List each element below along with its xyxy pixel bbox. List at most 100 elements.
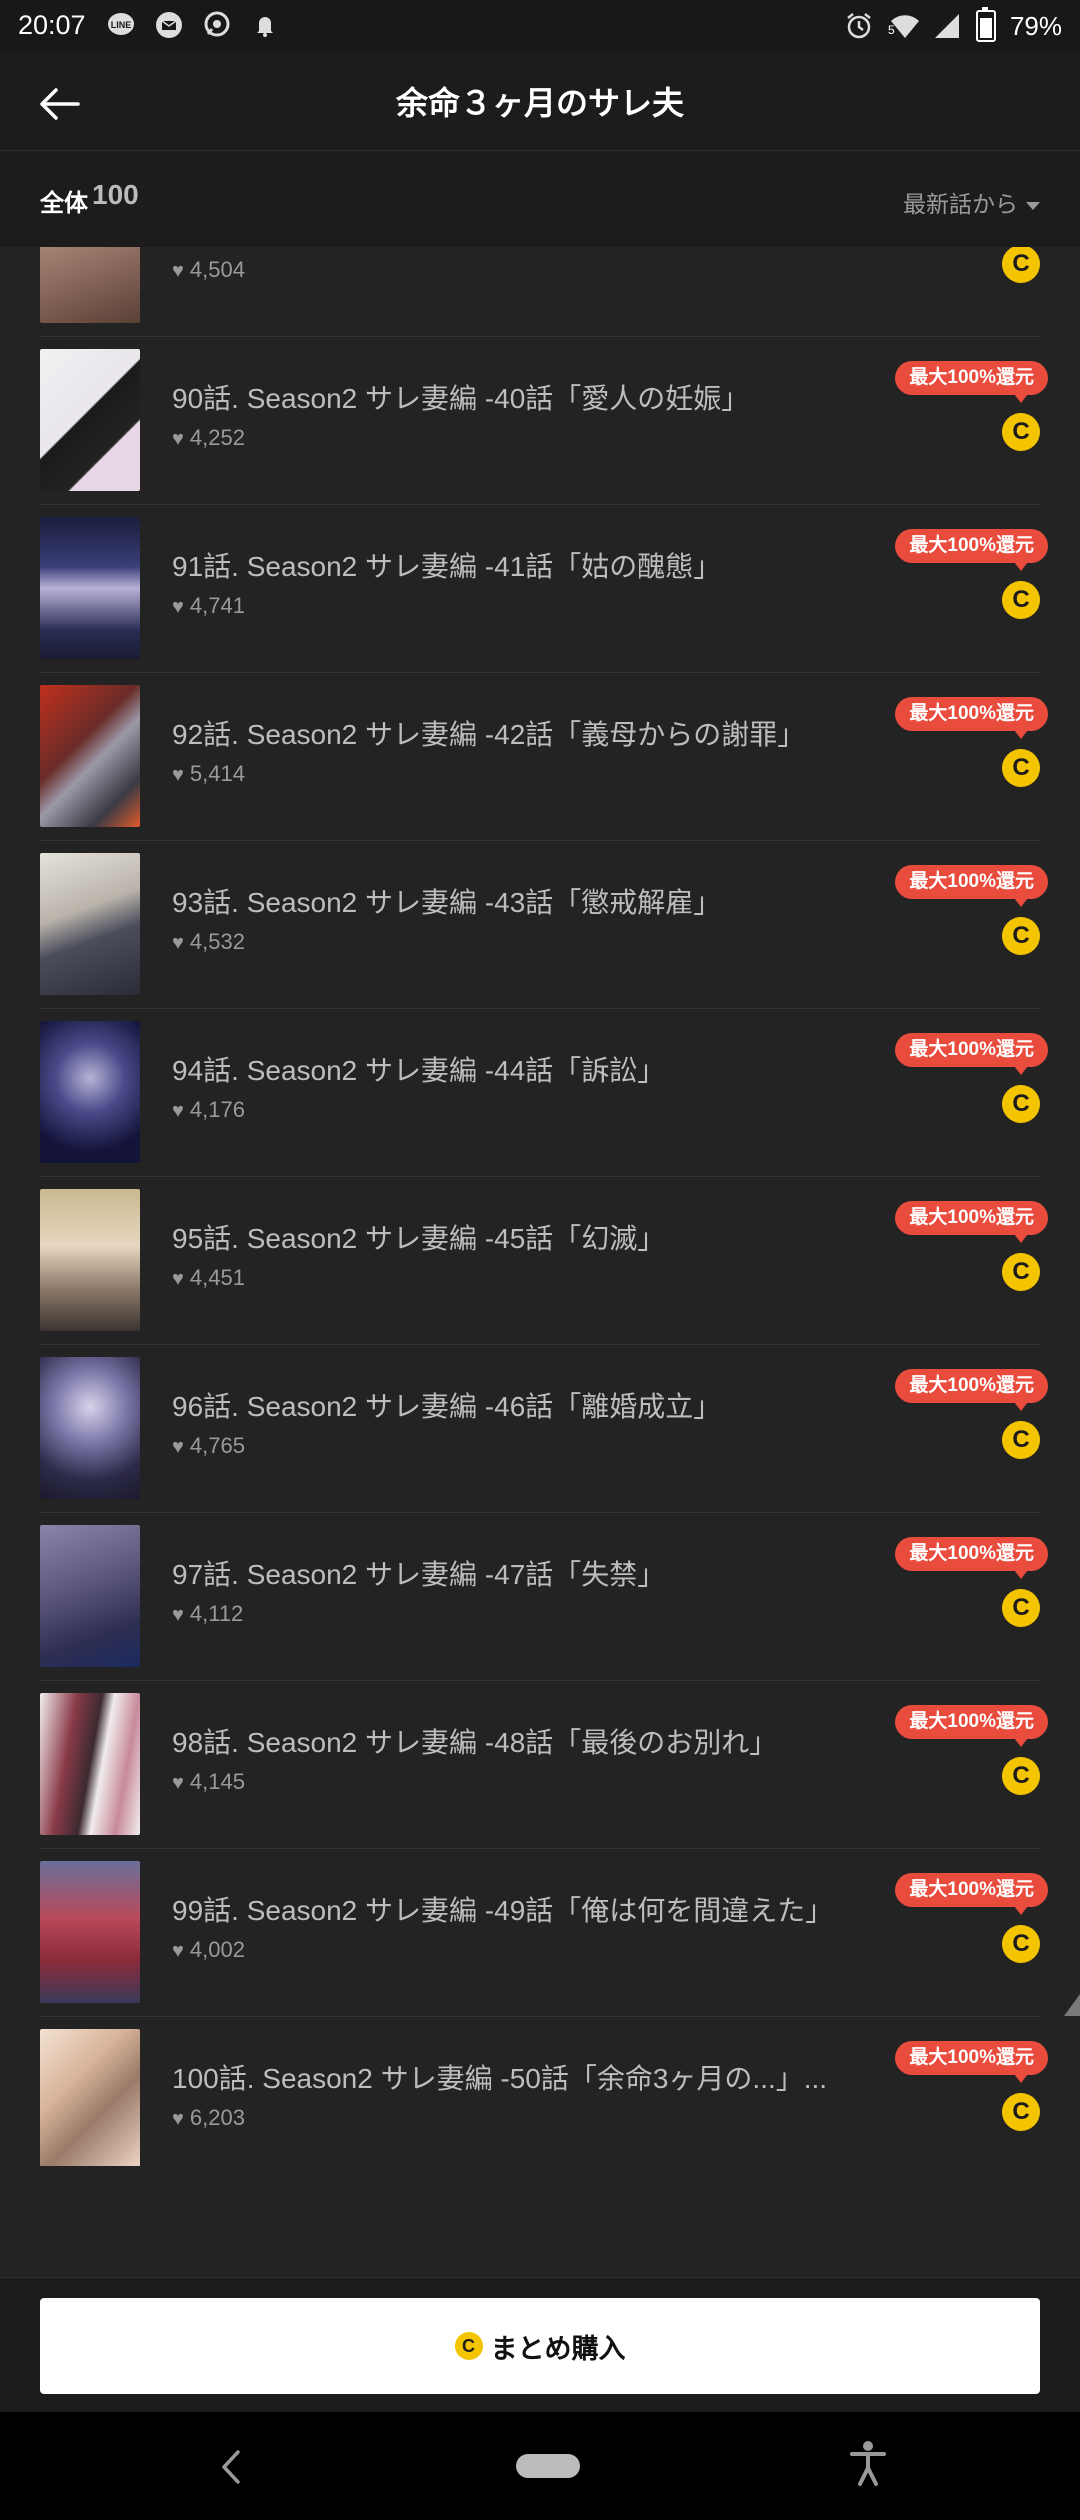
- heart-icon: ♥: [172, 2108, 184, 2130]
- episode-thumbnail: [40, 1861, 140, 2003]
- total-label: 全体: [40, 190, 88, 217]
- wifi-icon: 5: [888, 11, 919, 41]
- coin-icon: C: [1002, 247, 1040, 283]
- episode-likes: ♥ 4,741: [172, 593, 245, 618]
- reward-badge: 最大100%還元: [895, 1369, 1048, 1411]
- episode-row[interactable]: 97話. Season2 サレ妻編 -47話「失禁」 ♥ 4,112 最大100%…: [0, 1513, 1080, 1681]
- status-right: 5 79%: [844, 7, 1062, 42]
- page-title: 余命３ヶ月のサレ夫: [395, 85, 684, 121]
- line-icon: LINE: [106, 10, 136, 40]
- episode-thumbnail: [40, 1357, 140, 1499]
- episode-row[interactable]: 91話. Season2 サレ妻編 -41話「姑の醜態」 ♥ 4,741 最大10…: [0, 505, 1080, 673]
- coin-icon: C: [1002, 1757, 1040, 1795]
- notification-icons: LINE: [106, 10, 280, 40]
- mail-icon: [154, 10, 184, 40]
- reward-badge: 最大100%還元: [895, 1201, 1048, 1243]
- coin-icon: C: [1002, 1421, 1040, 1459]
- episode-row[interactable]: 93話. Season2 サレ妻編 -43話「懲戒解雇」 ♥ 4,532 最大10…: [0, 841, 1080, 1009]
- episode-title: 97話. Season2 サレ妻編 -47話「失禁」: [172, 1559, 666, 1590]
- app-bar: 余命３ヶ月のサレ夫: [0, 52, 1080, 151]
- episode-likes: ♥ 4,765: [172, 1433, 245, 1458]
- accessibility-button[interactable]: [846, 2438, 890, 2490]
- episode-row[interactable]: ♥ 4,504 C: [0, 247, 1080, 337]
- total-count: 100: [92, 179, 139, 210]
- heart-icon: ♥: [172, 260, 184, 282]
- episode-likes: ♥ 4,002: [172, 1937, 245, 1962]
- chat-icon: [202, 10, 232, 40]
- heart-icon: ♥: [172, 1772, 184, 1794]
- nav-back-button[interactable]: [210, 2442, 250, 2492]
- system-nav-bar: [0, 2412, 1080, 2520]
- heart-icon: ♥: [172, 428, 184, 450]
- episode-row[interactable]: 98話. Season2 サレ妻編 -48話「最後のお別れ」 ♥ 4,145 最大…: [0, 1681, 1080, 1849]
- episode-title: 100話. Season2 サレ妻編 -50話「余命3ヶ月の...」...: [172, 2063, 828, 2094]
- coin-icon: C: [1002, 1589, 1040, 1627]
- coin-icon: C: [1002, 1085, 1040, 1123]
- episode-row[interactable]: 94話. Season2 サレ妻編 -44話「訴訟」 ♥ 4,176 最大100%…: [0, 1009, 1080, 1177]
- episode-likes: ♥ 4,112: [172, 1601, 244, 1626]
- episode-thumbnail: [40, 349, 140, 491]
- coin-icon: C: [454, 2332, 483, 2360]
- episode-thumbnail: [40, 685, 140, 827]
- status-bar: 20:07 LINE 5 79%: [0, 0, 1080, 52]
- chevron-left-icon: [222, 2450, 240, 2484]
- episode-row[interactable]: 99話. Season2 サレ妻編 -49話「俺は何を間違えた」 ♥ 4,002 …: [0, 1849, 1080, 2017]
- episode-likes: ♥ 4,532: [172, 929, 245, 954]
- episode-title: 99話. Season2 サレ妻編 -49話「俺は何を間違えた」: [172, 1895, 834, 1926]
- caret-down-icon: [1026, 201, 1040, 210]
- episode-likes: ♥ 4,176: [172, 1097, 245, 1122]
- heart-icon: ♥: [172, 932, 184, 954]
- episode-title: 92話. Season2 サレ妻編 -42話「義母からの謝罪」: [172, 719, 806, 750]
- reward-badge: 最大100%還元: [895, 361, 1048, 403]
- episode-likes: ♥ 5,414: [172, 761, 245, 786]
- coin-icon: C: [1002, 1925, 1040, 1963]
- episode-likes: ♥ 4,145: [172, 1769, 245, 1794]
- heart-icon: ♥: [172, 1940, 184, 1962]
- episode-title: 95話. Season2 サレ妻編 -45話「幻滅」: [172, 1223, 666, 1254]
- coin-icon: C: [1002, 1253, 1040, 1291]
- sort-dropdown[interactable]: 最新話から: [903, 185, 1040, 219]
- scroll-indicator: [1064, 1994, 1080, 2016]
- episode-thumbnail: [40, 1525, 140, 1667]
- episode-thumbnail: [40, 517, 140, 659]
- episode-likes: ♥ 4,504: [172, 257, 245, 282]
- heart-icon: ♥: [172, 596, 184, 618]
- bulk-purchase-label: まとめ購入: [490, 2333, 626, 2364]
- episode-title: 91話. Season2 サレ妻編 -41話「姑の醜態」: [172, 551, 722, 582]
- episode-likes: ♥ 4,252: [172, 425, 245, 450]
- signal-icon: [932, 11, 962, 41]
- episode-row[interactable]: 96話. Season2 サレ妻編 -46話「離婚成立」 ♥ 4,765 最大10…: [0, 1345, 1080, 1513]
- coin-icon: C: [1002, 2093, 1040, 2131]
- episode-row[interactable]: 100話. Season2 サレ妻編 -50話「余命3ヶ月の...」... ♥ 6…: [0, 2017, 1080, 2167]
- episode-title: 93話. Season2 サレ妻編 -43話「懲戒解雇」: [172, 887, 722, 918]
- coin-icon: C: [1002, 581, 1040, 619]
- episode-row[interactable]: 92話. Season2 サレ妻編 -42話「義母からの謝罪」 ♥ 5,414 最…: [0, 673, 1080, 841]
- episode-thumbnail: [40, 1693, 140, 1835]
- heart-icon: ♥: [172, 1436, 184, 1458]
- bell-icon: [250, 10, 280, 40]
- episode-title: 96話. Season2 サレ妻編 -46話「離婚成立」: [172, 1391, 722, 1422]
- heart-icon: ♥: [172, 764, 184, 786]
- episode-row[interactable]: 90話. Season2 サレ妻編 -40話「愛人の妊娠」 ♥ 4,252 最大1…: [0, 337, 1080, 505]
- battery-percent: 79%: [1009, 10, 1062, 41]
- wifi-label: 5: [887, 23, 895, 37]
- episode-list[interactable]: ♥ 4,504 C 90話. Season2 サレ妻編 -40話「愛人の妊娠」 ♥…: [0, 247, 1080, 2167]
- reward-badge: 最大100%還元: [895, 1033, 1048, 1075]
- status-time: 20:07: [18, 10, 86, 40]
- battery-icon: [975, 7, 996, 42]
- heart-icon: ♥: [172, 1604, 184, 1626]
- episode-title: 94話. Season2 サレ妻編 -44話「訴訟」: [172, 1055, 666, 1086]
- reward-badge: 最大100%還元: [895, 1873, 1048, 1915]
- reward-badge: 最大100%還元: [895, 529, 1048, 571]
- svg-text:LINE: LINE: [111, 20, 132, 30]
- nav-home-button[interactable]: [516, 2454, 580, 2478]
- coin-icon: C: [1002, 413, 1040, 451]
- episode-likes: ♥ 6,203: [172, 2105, 245, 2130]
- bulk-purchase-button[interactable]: C まとめ購入: [40, 2298, 1040, 2394]
- reward-badge: 最大100%還元: [895, 1705, 1048, 1747]
- heart-icon: ♥: [172, 1100, 184, 1122]
- episode-thumbnail: [40, 247, 140, 323]
- reward-badge: 最大100%還元: [895, 1537, 1048, 1579]
- reward-badge: 最大100%還元: [895, 865, 1048, 907]
- episode-row[interactable]: 95話. Season2 サレ妻編 -45話「幻滅」 ♥ 4,451 最大100%…: [0, 1177, 1080, 1345]
